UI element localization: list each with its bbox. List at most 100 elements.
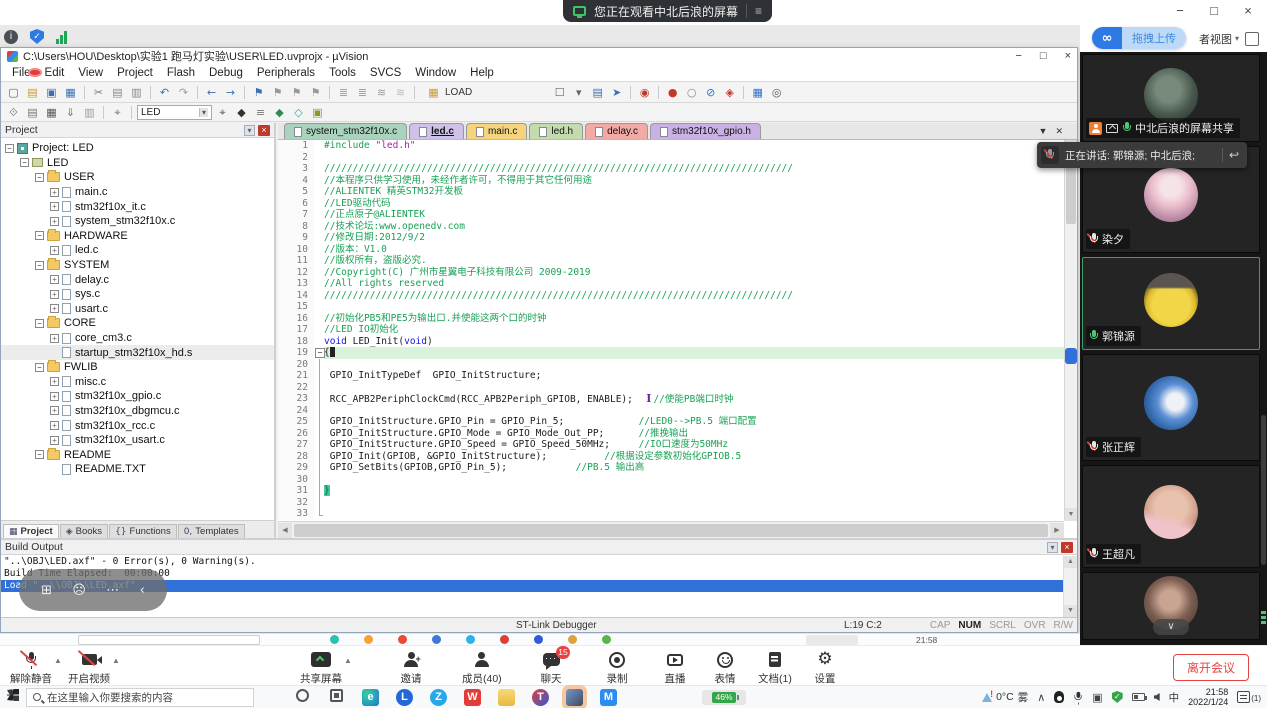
unmute-expand-icon[interactable]: ▲ [54, 656, 62, 665]
chat-button[interactable]: ···15聊天 [538, 650, 564, 686]
info-icon[interactable]: i [4, 30, 18, 44]
cut-icon[interactable]: ✂ [90, 85, 107, 100]
start-video-button[interactable]: 开启视频 [68, 650, 110, 686]
uv-minimize-button[interactable]: − [1015, 50, 1021, 62]
code-line[interactable]: 19{ [278, 347, 1064, 359]
scroll-up-icon[interactable]: ▲ [1064, 556, 1077, 568]
indent-icon[interactable]: ≣ [335, 85, 352, 100]
target-select[interactable]: LED▾ [137, 105, 212, 120]
tree-item[interactable]: −SYSTEM [1, 258, 274, 273]
code-line[interactable]: 32 [278, 497, 1064, 509]
code-line[interactable]: 9//修改日期:2012/9/2 [278, 232, 1064, 244]
participant-tile[interactable]: 郭锦源 [1082, 257, 1260, 350]
stop-build-icon[interactable]: ▥ [81, 105, 98, 120]
code-line[interactable]: 7//正点原子@ALIENTEK [278, 209, 1064, 221]
close-panel-icon[interactable]: × [1061, 542, 1073, 553]
rebuild-icon[interactable]: ▦ [43, 105, 60, 120]
photos-icon[interactable] [566, 689, 583, 706]
new-file-icon[interactable]: ▢ [5, 85, 22, 100]
close-button[interactable]: × [1239, 3, 1257, 18]
battery-icon[interactable] [1132, 693, 1145, 701]
code-line[interactable]: 16//初始化PB5和PE5为输出口.并使能这两个口的时钟 [278, 313, 1064, 325]
code-line[interactable]: 6//LED驱动代码 [278, 198, 1064, 210]
code-line[interactable]: 31} [278, 485, 1064, 497]
edge-icon[interactable]: e [362, 689, 379, 706]
code-line[interactable]: 22 [278, 382, 1064, 394]
minimize-button[interactable]: − [1171, 3, 1189, 18]
view-mode-dropdown[interactable]: 者视图▾ [1199, 31, 1239, 47]
translate-icon[interactable]: ⟐ [5, 105, 22, 120]
analysis-icon[interactable]: ◇ [290, 105, 307, 120]
code-line[interactable]: 4//本程序只供学习使用，未经作者许可，不得用于其它任何用途 [278, 175, 1064, 187]
save-all-icon[interactable]: ▦ [62, 85, 79, 100]
editor-tab-system_stm32f10x.c[interactable]: system_stm32f10x.c [284, 123, 407, 139]
copy-icon[interactable]: ▤ [109, 85, 126, 100]
code-line[interactable]: 23 RCC_APB2PeriphClockCmd(RCC_APB2Periph… [278, 393, 1064, 405]
tray-expand-icon[interactable]: ∧ [1037, 691, 1045, 704]
uv-close-button[interactable]: × [1065, 50, 1071, 62]
qq-icon[interactable] [1054, 691, 1064, 703]
pin-icon[interactable]: ▾ [1047, 542, 1058, 553]
menu-window[interactable]: Window [408, 67, 463, 79]
emoji-icon[interactable]: ☹ [72, 583, 86, 598]
muted-mic-icon[interactable] [1041, 146, 1059, 164]
navigate-forward-icon[interactable]: → [222, 85, 239, 100]
record-button[interactable]: 录制 [604, 650, 630, 686]
bookmark-icon[interactable]: ⚑ [250, 85, 267, 100]
menu-edit[interactable]: Edit [38, 67, 72, 79]
code-line[interactable]: 30 [278, 474, 1064, 486]
code-line[interactable]: 13//All rights reserved [278, 278, 1064, 290]
code-line[interactable]: 26 GPIO_InitStructure.GPIO_Mode = GPIO_M… [278, 428, 1064, 440]
battery-widget[interactable]: 46% [702, 690, 746, 705]
batch-build-icon[interactable]: ⇓ [62, 105, 79, 120]
code-line[interactable]: 15 [278, 301, 1064, 313]
scroll-down-icon[interactable]: ▼ [1064, 605, 1077, 617]
security-shield-icon[interactable]: ✓ [30, 29, 44, 44]
code-line[interactable]: 24 [278, 405, 1064, 417]
meeting-annotation-toolbar[interactable]: ⊞ ☹ ⋯ ‹ [19, 569, 167, 611]
editor-horizontal-scrollbar[interactable]: ◀ ▶ [278, 521, 1064, 538]
breakpoint-icon[interactable]: ● [664, 85, 681, 100]
editor-tab-main.c[interactable]: main.c [466, 123, 527, 139]
manage-book-icon[interactable]: ▤ [589, 85, 606, 100]
explorer-icon[interactable] [498, 689, 515, 706]
code-line[interactable]: 12//Copyright(C) 广州市星翼电子科技有限公司 2009-2019 [278, 267, 1064, 279]
tree-item[interactable]: +sys.c [1, 287, 274, 302]
tray-app-icon[interactable]: ▣ [1092, 691, 1102, 704]
scroll-down-icon[interactable]: ▼ [1065, 508, 1077, 521]
panel-tab-templates[interactable]: 0,Templates [178, 524, 245, 538]
menu-help[interactable]: Help [463, 67, 501, 79]
taskbar-clock[interactable]: 21:582022/1/24 [1188, 687, 1228, 707]
meeting-icon[interactable]: M [600, 689, 617, 706]
sidebar-scrollbar[interactable] [1261, 415, 1266, 565]
code-line[interactable]: 14//////////////////////////////////////… [278, 290, 1064, 302]
wps-icon[interactable]: W [464, 689, 481, 706]
signal-bars-icon[interactable] [56, 31, 67, 44]
start-video-expand-icon[interactable]: ▲ [112, 656, 120, 665]
prev-bookmark-icon[interactable]: ⚑ [269, 85, 286, 100]
remove-breakpoint-icon[interactable]: ○ [683, 85, 700, 100]
tree-item[interactable]: +core_cm3.c [1, 331, 274, 346]
help-search-icon[interactable]: ◉ [636, 85, 653, 100]
antivirus-shield-icon[interactable]: ✓ [1112, 691, 1123, 703]
tab-list-icon[interactable]: ▼ [1039, 126, 1048, 136]
taskbar-search[interactable]: 在这里输入你要搜索的内容 [26, 688, 254, 707]
checkbox-icon[interactable]: ☐ [551, 85, 568, 100]
cortana-icon[interactable] [294, 689, 311, 706]
tray-mic-icon[interactable] [1075, 691, 1083, 702]
watching-banner[interactable]: 您正在观看中北后浪的屏幕 ≡ [563, 0, 772, 22]
participant-tile[interactable]: 王超凡 [1082, 465, 1260, 568]
code-line[interactable]: 27 GPIO_InitStructure.GPIO_Speed = GPIO_… [278, 439, 1064, 451]
menu-debug[interactable]: Debug [202, 67, 250, 79]
weather-widget[interactable]: 0°C 雾 [982, 690, 1028, 705]
tree-item[interactable]: startup_stm32f10x_hd.s [1, 345, 274, 360]
app-z-icon[interactable]: Z [430, 689, 447, 706]
tree-item[interactable]: +led.c [1, 243, 274, 258]
manage-layers-icon[interactable]: ≡ [252, 105, 269, 120]
windows-icon[interactable]: ▦ [749, 85, 766, 100]
drag-upload-button[interactable]: ∞ 拖拽上传 [1092, 27, 1186, 49]
debug-session-icon[interactable]: ◆ [271, 105, 288, 120]
clear-bookmarks-icon[interactable]: ⚑ [307, 85, 324, 100]
settings-button[interactable]: ⚙设置 [812, 650, 838, 686]
download-icon[interactable]: ⌖ [109, 105, 126, 120]
